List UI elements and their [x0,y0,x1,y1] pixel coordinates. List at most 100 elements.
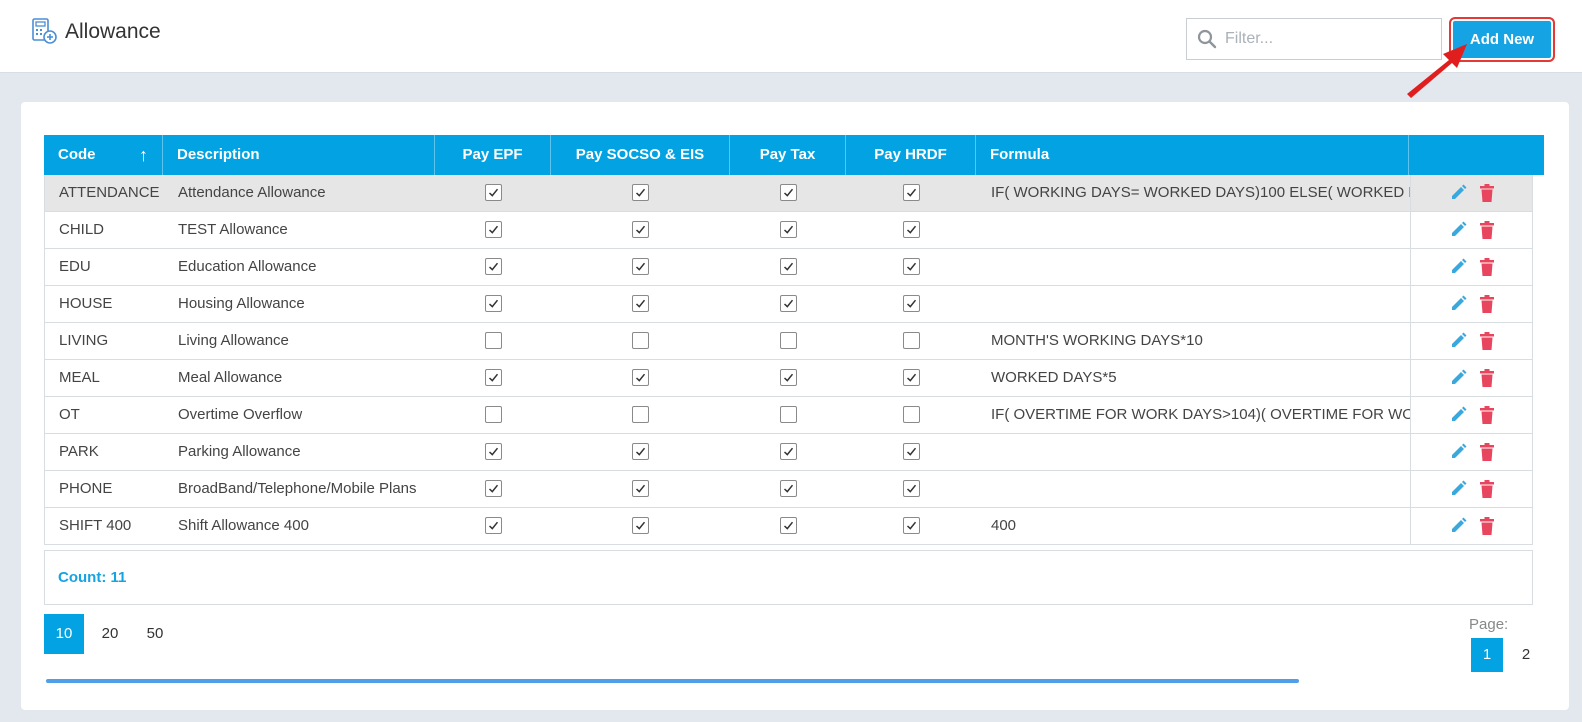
page-title: Allowance [65,20,161,43]
cell-formula [977,286,1410,322]
checkbox-tax[interactable] [780,221,797,238]
checkbox-tax[interactable] [780,517,797,534]
col-header-pay-hrdf[interactable]: Pay HRDF [846,135,976,175]
edit-icon[interactable] [1449,480,1467,498]
checkbox-tax[interactable] [780,184,797,201]
checkbox-hrdf[interactable] [903,184,920,201]
horizontal-scrollbar[interactable] [46,679,1299,683]
cell-code: PARK [59,443,99,460]
edit-icon[interactable] [1449,221,1467,239]
cell-formula [977,471,1410,507]
page-button-2[interactable]: 2 [1510,638,1542,672]
checkbox-epf[interactable] [485,480,502,497]
table-row[interactable]: HOUSE Housing Allowance [45,286,1532,323]
delete-icon[interactable] [1479,369,1495,387]
table-row[interactable]: LIVING Living Allowance MONTH'S WORKING DA… [45,323,1532,360]
table-row[interactable]: EDU Education Allowance [45,249,1532,286]
checkbox-hrdf[interactable] [903,369,920,386]
checkbox-epf[interactable] [485,406,502,423]
checkbox-hrdf[interactable] [903,406,920,423]
table-row[interactable]: ATTENDANCE Attendance Allowance IF( WORKIN… [45,175,1532,212]
checkbox-tax[interactable] [780,258,797,275]
col-header-pay-tax[interactable]: Pay Tax [730,135,846,175]
cell-code: LIVING [59,332,109,349]
table-row[interactable]: MEAL Meal Allowance WORKED DAYS*5 [45,360,1532,397]
page-size-10[interactable]: 10 [44,614,84,654]
edit-icon[interactable] [1449,295,1467,313]
checkbox-hrdf[interactable] [903,480,920,497]
checkbox-socso[interactable] [632,369,649,386]
row-actions [1410,212,1534,248]
checkbox-hrdf[interactable] [903,295,920,312]
col-header-description[interactable]: Description [163,135,435,175]
cell-code: MEAL [59,369,100,386]
delete-icon[interactable] [1479,480,1495,498]
delete-icon[interactable] [1479,258,1495,276]
checkbox-hrdf[interactable] [903,443,920,460]
delete-icon[interactable] [1479,517,1495,535]
edit-icon[interactable] [1449,184,1467,202]
table-row[interactable]: SHIFT 400 Shift Allowance 400 400 [45,508,1532,545]
edit-icon[interactable] [1449,517,1467,535]
checkbox-socso[interactable] [632,406,649,423]
cell-description: Parking Allowance [178,443,301,460]
delete-icon[interactable] [1479,221,1495,239]
row-actions [1410,286,1534,322]
delete-icon[interactable] [1479,443,1495,461]
delete-icon[interactable] [1479,332,1495,350]
checkbox-tax[interactable] [780,295,797,312]
checkbox-epf[interactable] [485,517,502,534]
checkbox-socso[interactable] [632,221,649,238]
col-header-actions [1409,135,1533,175]
checkbox-socso[interactable] [632,480,649,497]
col-header-formula[interactable]: Formula [976,135,1409,175]
search-icon [1197,29,1217,49]
checkbox-epf[interactable] [485,369,502,386]
checkbox-socso[interactable] [632,184,649,201]
checkbox-epf[interactable] [485,443,502,460]
delete-icon[interactable] [1479,406,1495,424]
checkbox-hrdf[interactable] [903,517,920,534]
filter-box[interactable] [1186,18,1442,60]
col-header-code[interactable]: Code ↑ [44,135,163,175]
edit-icon[interactable] [1449,332,1467,350]
page-button-1[interactable]: 1 [1471,638,1503,672]
edit-icon[interactable] [1449,369,1467,387]
checkbox-socso[interactable] [632,258,649,275]
checkbox-tax[interactable] [780,406,797,423]
row-actions [1410,434,1534,470]
table-row[interactable]: OT Overtime Overflow IF( OVERTIME FOR WORK… [45,397,1532,434]
checkbox-socso[interactable] [632,295,649,312]
checkbox-epf[interactable] [485,295,502,312]
checkbox-tax[interactable] [780,332,797,349]
filter-input[interactable] [1225,27,1433,51]
cell-description: Living Allowance [178,332,289,349]
checkbox-socso[interactable] [632,332,649,349]
checkbox-tax[interactable] [780,443,797,460]
checkbox-hrdf[interactable] [903,258,920,275]
checkbox-epf[interactable] [485,332,502,349]
checkbox-socso[interactable] [632,443,649,460]
checkbox-hrdf[interactable] [903,221,920,238]
edit-icon[interactable] [1449,258,1467,276]
checkbox-socso[interactable] [632,517,649,534]
col-header-pay-socso[interactable]: Pay SOCSO & EIS [551,135,730,175]
edit-icon[interactable] [1449,443,1467,461]
table-row[interactable]: PARK Parking Allowance [45,434,1532,471]
cell-description: TEST Allowance [178,221,288,238]
checkbox-tax[interactable] [780,369,797,386]
page-size-50[interactable]: 50 [135,614,175,654]
page-size-20[interactable]: 20 [90,614,130,654]
delete-icon[interactable] [1479,295,1495,313]
col-header-pay-epf[interactable]: Pay EPF [435,135,551,175]
row-actions [1410,323,1534,359]
edit-icon[interactable] [1449,406,1467,424]
delete-icon[interactable] [1479,184,1495,202]
table-row[interactable]: PHONE BroadBand/Telephone/Mobile Plans [45,471,1532,508]
table-row[interactable]: CHILD TEST Allowance [45,212,1532,249]
checkbox-epf[interactable] [485,221,502,238]
checkbox-hrdf[interactable] [903,332,920,349]
checkbox-epf[interactable] [485,258,502,275]
checkbox-tax[interactable] [780,480,797,497]
checkbox-epf[interactable] [485,184,502,201]
